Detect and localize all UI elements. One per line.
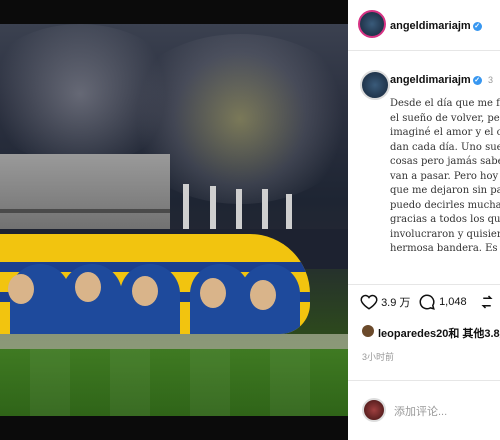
like-button[interactable]: 3.9 万 xyxy=(360,293,410,311)
verified-icon: ✓ xyxy=(472,75,482,85)
comment-user-avatar xyxy=(362,398,386,422)
caption-line: hermosa bandera. Es a xyxy=(390,243,500,254)
comment-input[interactable]: 添加评论... xyxy=(394,403,447,419)
share-button[interactable] xyxy=(478,293,496,311)
caption-text: Desde el día que me fu el sueño de volve… xyxy=(390,97,500,257)
caption-username-text[interactable]: angeldimariajm xyxy=(390,74,471,86)
caption-time: 3 xyxy=(488,75,494,85)
liked-by-text[interactable]: leoparedes20和 其他3.8万 xyxy=(378,328,500,340)
header-username[interactable]: angeldimariajm ✓ xyxy=(390,20,482,32)
liked-by[interactable]: leoparedes20和 其他3.8万 xyxy=(362,325,500,341)
comment-icon[interactable] xyxy=(418,293,436,311)
photo-pane xyxy=(0,0,348,440)
pitch xyxy=(0,349,348,416)
verified-icon: ✓ xyxy=(472,21,482,31)
caption-line: van a pasar. Pero hoy p xyxy=(390,170,500,182)
header-divider xyxy=(348,50,500,51)
caption-line: cosas pero jamás sabe xyxy=(390,156,500,167)
header-avatar[interactable] xyxy=(358,10,386,38)
caption-line: imaginé el amor y el ca xyxy=(390,127,500,138)
caption-line: Desde el día que me fu xyxy=(390,98,500,109)
post-sidebar: angeldimariajm ✓ angeldimariajm ✓ 3 Desde … xyxy=(348,0,500,440)
post-photo[interactable] xyxy=(0,24,348,416)
actions-divider xyxy=(348,284,500,285)
caption-username[interactable]: angeldimariajm ✓ xyxy=(390,74,482,86)
caption-line: involucraron y quisiero xyxy=(390,228,500,240)
comment-button[interactable]: 1,048 xyxy=(418,293,467,311)
share-icon[interactable] xyxy=(478,293,496,311)
like-count: 3.9 万 xyxy=(381,297,411,309)
caption-line: que me dejaron sin pa xyxy=(390,185,500,196)
caption-avatar[interactable] xyxy=(360,70,390,100)
caption-line: dan cada día. Uno sue xyxy=(390,141,500,153)
comment-divider xyxy=(348,380,500,381)
comment-count: 1,048 xyxy=(439,296,467,308)
caption-line: puedo decirles mucha xyxy=(390,199,500,211)
caption-line: el sueño de volver, pero xyxy=(390,112,500,124)
stadium-stand xyxy=(0,154,170,234)
header-username-text[interactable]: angeldimariajm xyxy=(390,20,471,32)
caption-line: gracias a todos los que xyxy=(390,214,500,225)
heart-icon[interactable] xyxy=(360,293,378,311)
posted-ago: 3小时前 xyxy=(362,352,395,362)
fan-banner xyxy=(0,234,310,334)
liker-avatar[interactable] xyxy=(362,325,374,337)
